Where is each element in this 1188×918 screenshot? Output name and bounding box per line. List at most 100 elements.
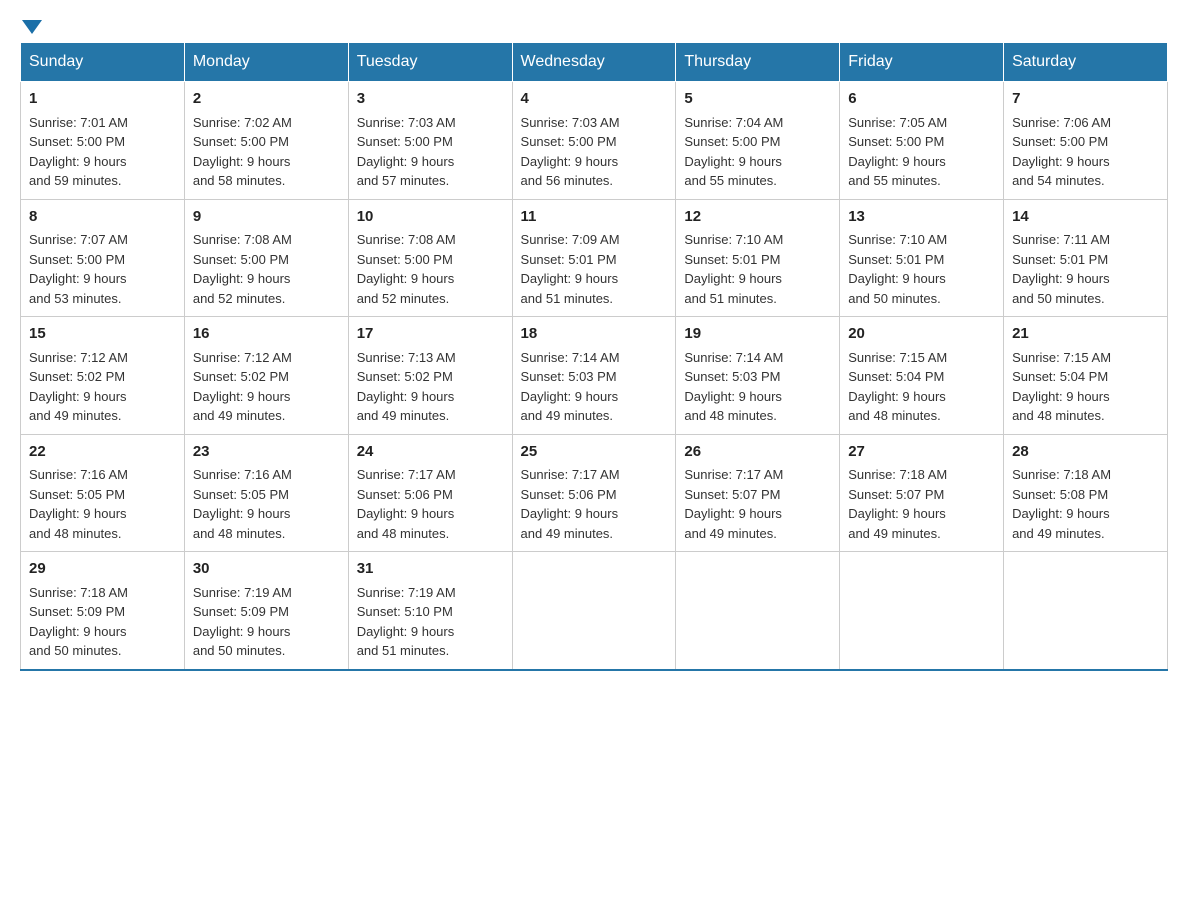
- calendar-cell: 20Sunrise: 7:15 AMSunset: 5:04 PMDayligh…: [840, 317, 1004, 435]
- calendar-header-monday: Monday: [184, 43, 348, 82]
- day-number: 1: [29, 88, 176, 111]
- day-number: 28: [1012, 441, 1159, 464]
- day-info: Sunrise: 7:18 AMSunset: 5:07 PMDaylight:…: [848, 465, 995, 543]
- calendar-cell: 13Sunrise: 7:10 AMSunset: 5:01 PMDayligh…: [840, 199, 1004, 317]
- calendar-header-sunday: Sunday: [21, 43, 185, 82]
- logo: [20, 20, 42, 32]
- day-info: Sunrise: 7:09 AMSunset: 5:01 PMDaylight:…: [521, 230, 668, 308]
- day-number: 4: [521, 88, 668, 111]
- day-info: Sunrise: 7:05 AMSunset: 5:00 PMDaylight:…: [848, 113, 995, 191]
- day-number: 25: [521, 441, 668, 464]
- day-number: 21: [1012, 323, 1159, 346]
- day-info: Sunrise: 7:17 AMSunset: 5:06 PMDaylight:…: [521, 465, 668, 543]
- calendar-cell: 29Sunrise: 7:18 AMSunset: 5:09 PMDayligh…: [21, 552, 185, 670]
- day-number: 29: [29, 558, 176, 581]
- day-info: Sunrise: 7:02 AMSunset: 5:00 PMDaylight:…: [193, 113, 340, 191]
- day-number: 2: [193, 88, 340, 111]
- day-info: Sunrise: 7:01 AMSunset: 5:00 PMDaylight:…: [29, 113, 176, 191]
- day-info: Sunrise: 7:16 AMSunset: 5:05 PMDaylight:…: [29, 465, 176, 543]
- calendar-header-wednesday: Wednesday: [512, 43, 676, 82]
- calendar-cell: 30Sunrise: 7:19 AMSunset: 5:09 PMDayligh…: [184, 552, 348, 670]
- day-number: 26: [684, 441, 831, 464]
- day-number: 6: [848, 88, 995, 111]
- day-info: Sunrise: 7:07 AMSunset: 5:00 PMDaylight:…: [29, 230, 176, 308]
- day-number: 18: [521, 323, 668, 346]
- day-info: Sunrise: 7:19 AMSunset: 5:09 PMDaylight:…: [193, 583, 340, 661]
- day-info: Sunrise: 7:18 AMSunset: 5:09 PMDaylight:…: [29, 583, 176, 661]
- calendar-week-row: 1Sunrise: 7:01 AMSunset: 5:00 PMDaylight…: [21, 82, 1168, 200]
- calendar-cell: 3Sunrise: 7:03 AMSunset: 5:00 PMDaylight…: [348, 82, 512, 200]
- day-number: 24: [357, 441, 504, 464]
- day-number: 11: [521, 206, 668, 229]
- day-info: Sunrise: 7:13 AMSunset: 5:02 PMDaylight:…: [357, 348, 504, 426]
- calendar-cell: 25Sunrise: 7:17 AMSunset: 5:06 PMDayligh…: [512, 434, 676, 552]
- day-info: Sunrise: 7:19 AMSunset: 5:10 PMDaylight:…: [357, 583, 504, 661]
- day-number: 19: [684, 323, 831, 346]
- calendar-cell: 8Sunrise: 7:07 AMSunset: 5:00 PMDaylight…: [21, 199, 185, 317]
- calendar-cell: 27Sunrise: 7:18 AMSunset: 5:07 PMDayligh…: [840, 434, 1004, 552]
- day-number: 5: [684, 88, 831, 111]
- calendar-cell: 10Sunrise: 7:08 AMSunset: 5:00 PMDayligh…: [348, 199, 512, 317]
- day-number: 31: [357, 558, 504, 581]
- calendar-cell: 21Sunrise: 7:15 AMSunset: 5:04 PMDayligh…: [1004, 317, 1168, 435]
- calendar-cell: 31Sunrise: 7:19 AMSunset: 5:10 PMDayligh…: [348, 552, 512, 670]
- calendar-cell: 9Sunrise: 7:08 AMSunset: 5:00 PMDaylight…: [184, 199, 348, 317]
- calendar-cell: 19Sunrise: 7:14 AMSunset: 5:03 PMDayligh…: [676, 317, 840, 435]
- day-info: Sunrise: 7:10 AMSunset: 5:01 PMDaylight:…: [684, 230, 831, 308]
- day-number: 8: [29, 206, 176, 229]
- calendar-cell: 18Sunrise: 7:14 AMSunset: 5:03 PMDayligh…: [512, 317, 676, 435]
- calendar-cell: 15Sunrise: 7:12 AMSunset: 5:02 PMDayligh…: [21, 317, 185, 435]
- day-number: 30: [193, 558, 340, 581]
- day-info: Sunrise: 7:04 AMSunset: 5:00 PMDaylight:…: [684, 113, 831, 191]
- calendar-header-friday: Friday: [840, 43, 1004, 82]
- day-info: Sunrise: 7:14 AMSunset: 5:03 PMDaylight:…: [521, 348, 668, 426]
- day-info: Sunrise: 7:17 AMSunset: 5:07 PMDaylight:…: [684, 465, 831, 543]
- calendar-cell: 23Sunrise: 7:16 AMSunset: 5:05 PMDayligh…: [184, 434, 348, 552]
- day-info: Sunrise: 7:11 AMSunset: 5:01 PMDaylight:…: [1012, 230, 1159, 308]
- day-number: 20: [848, 323, 995, 346]
- day-number: 7: [1012, 88, 1159, 111]
- day-info: Sunrise: 7:03 AMSunset: 5:00 PMDaylight:…: [357, 113, 504, 191]
- day-info: Sunrise: 7:08 AMSunset: 5:00 PMDaylight:…: [357, 230, 504, 308]
- calendar-cell: 26Sunrise: 7:17 AMSunset: 5:07 PMDayligh…: [676, 434, 840, 552]
- day-info: Sunrise: 7:14 AMSunset: 5:03 PMDaylight:…: [684, 348, 831, 426]
- logo-arrow-icon: [22, 20, 42, 34]
- calendar-cell: 5Sunrise: 7:04 AMSunset: 5:00 PMDaylight…: [676, 82, 840, 200]
- day-info: Sunrise: 7:10 AMSunset: 5:01 PMDaylight:…: [848, 230, 995, 308]
- calendar-cell: 17Sunrise: 7:13 AMSunset: 5:02 PMDayligh…: [348, 317, 512, 435]
- day-number: 16: [193, 323, 340, 346]
- calendar-cell: [840, 552, 1004, 670]
- calendar-week-row: 8Sunrise: 7:07 AMSunset: 5:00 PMDaylight…: [21, 199, 1168, 317]
- day-number: 23: [193, 441, 340, 464]
- calendar-cell: 14Sunrise: 7:11 AMSunset: 5:01 PMDayligh…: [1004, 199, 1168, 317]
- calendar-cell: 7Sunrise: 7:06 AMSunset: 5:00 PMDaylight…: [1004, 82, 1168, 200]
- calendar-header-row: SundayMondayTuesdayWednesdayThursdayFrid…: [21, 43, 1168, 82]
- day-info: Sunrise: 7:15 AMSunset: 5:04 PMDaylight:…: [848, 348, 995, 426]
- day-info: Sunrise: 7:06 AMSunset: 5:00 PMDaylight:…: [1012, 113, 1159, 191]
- day-number: 12: [684, 206, 831, 229]
- day-number: 14: [1012, 206, 1159, 229]
- calendar-cell: 16Sunrise: 7:12 AMSunset: 5:02 PMDayligh…: [184, 317, 348, 435]
- calendar-cell: 11Sunrise: 7:09 AMSunset: 5:01 PMDayligh…: [512, 199, 676, 317]
- calendar-week-row: 22Sunrise: 7:16 AMSunset: 5:05 PMDayligh…: [21, 434, 1168, 552]
- calendar-cell: 24Sunrise: 7:17 AMSunset: 5:06 PMDayligh…: [348, 434, 512, 552]
- logo-general-text: [20, 20, 42, 34]
- day-info: Sunrise: 7:12 AMSunset: 5:02 PMDaylight:…: [193, 348, 340, 426]
- page-header: [20, 20, 1168, 32]
- day-info: Sunrise: 7:12 AMSunset: 5:02 PMDaylight:…: [29, 348, 176, 426]
- calendar-header-thursday: Thursday: [676, 43, 840, 82]
- day-number: 9: [193, 206, 340, 229]
- day-info: Sunrise: 7:08 AMSunset: 5:00 PMDaylight:…: [193, 230, 340, 308]
- calendar-cell: [512, 552, 676, 670]
- calendar-week-row: 15Sunrise: 7:12 AMSunset: 5:02 PMDayligh…: [21, 317, 1168, 435]
- calendar-week-row: 29Sunrise: 7:18 AMSunset: 5:09 PMDayligh…: [21, 552, 1168, 670]
- day-info: Sunrise: 7:03 AMSunset: 5:00 PMDaylight:…: [521, 113, 668, 191]
- day-number: 15: [29, 323, 176, 346]
- day-info: Sunrise: 7:17 AMSunset: 5:06 PMDaylight:…: [357, 465, 504, 543]
- calendar-cell: 28Sunrise: 7:18 AMSunset: 5:08 PMDayligh…: [1004, 434, 1168, 552]
- calendar-cell: 4Sunrise: 7:03 AMSunset: 5:00 PMDaylight…: [512, 82, 676, 200]
- calendar-cell: [1004, 552, 1168, 670]
- calendar-cell: 1Sunrise: 7:01 AMSunset: 5:00 PMDaylight…: [21, 82, 185, 200]
- calendar-cell: 22Sunrise: 7:16 AMSunset: 5:05 PMDayligh…: [21, 434, 185, 552]
- calendar-cell: 12Sunrise: 7:10 AMSunset: 5:01 PMDayligh…: [676, 199, 840, 317]
